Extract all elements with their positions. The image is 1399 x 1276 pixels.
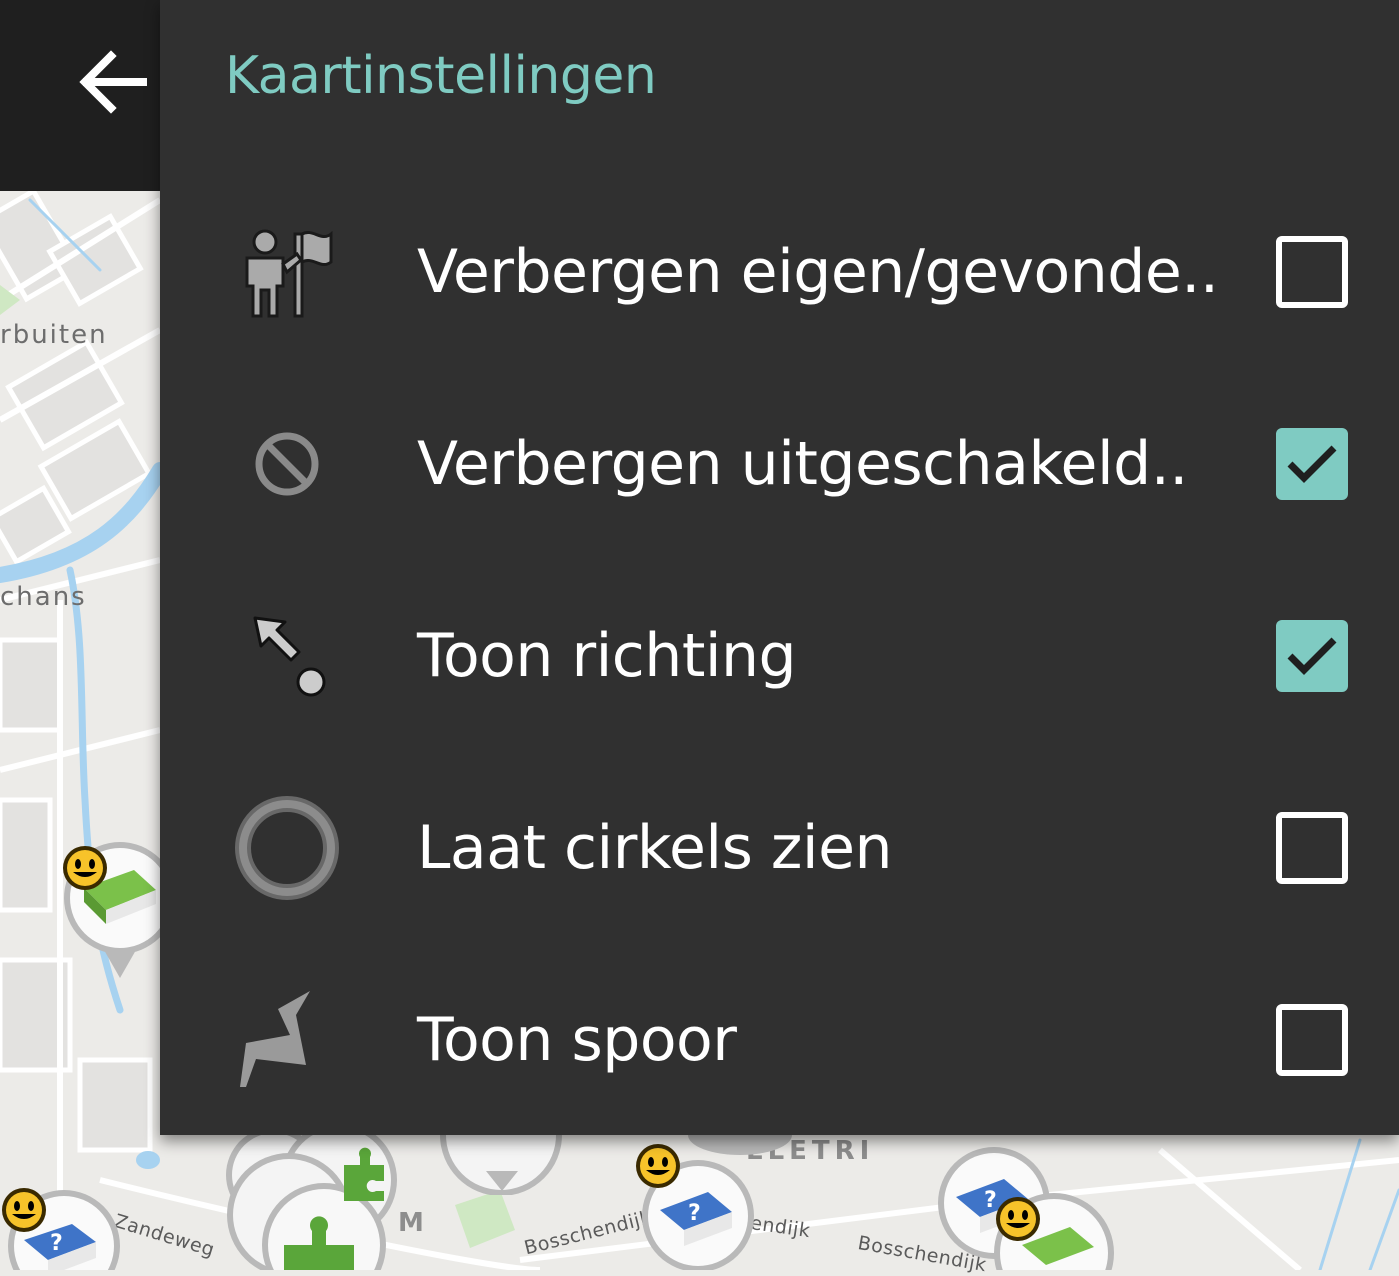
- track-icon: [232, 984, 342, 1096]
- back-button[interactable]: [70, 40, 154, 124]
- setting-row-hide-own-found[interactable]: Verbergen eigen/gevonde..: [160, 176, 1399, 368]
- check-icon: [1287, 637, 1337, 675]
- setting-label: Toon richting: [417, 621, 797, 691]
- cache-marker[interactable]: ?: [0, 1188, 120, 1270]
- page-title: Kaartinstellingen: [225, 46, 657, 106]
- setting-label: Verbergen eigen/gevonde..: [417, 237, 1219, 307]
- cache-marker[interactable]: [58, 840, 168, 982]
- setting-row-show-track[interactable]: Toon spoor: [160, 944, 1399, 1136]
- setting-row-hide-disabled[interactable]: Verbergen uitgeschakeld..: [160, 368, 1399, 560]
- cache-marker-cluster[interactable]: ?: [936, 1145, 1116, 1270]
- cache-marker-cluster[interactable]: [214, 1135, 404, 1270]
- setting-checkbox[interactable]: [1276, 620, 1348, 692]
- direction-arrow-icon: [232, 600, 342, 712]
- setting-label: Laat cirkels zien: [417, 813, 893, 883]
- map-label-place: chans: [0, 582, 87, 612]
- setting-checkbox[interactable]: [1276, 428, 1348, 500]
- cache-marker[interactable]: [440, 1135, 562, 1195]
- cache-marker[interactable]: ?: [632, 1140, 756, 1270]
- setting-checkbox[interactable]: [1276, 812, 1348, 884]
- setting-row-show-circles[interactable]: Laat cirkels zien: [160, 752, 1399, 944]
- svg-text:?: ?: [50, 1231, 63, 1256]
- arrow-left-icon: [79, 50, 147, 114]
- setting-checkbox[interactable]: [1276, 1004, 1348, 1076]
- svg-text:?: ?: [984, 1188, 997, 1213]
- toolbar-back-area: [0, 0, 160, 191]
- setting-label: Toon spoor: [417, 1005, 737, 1075]
- setting-row-show-direction[interactable]: Toon richting: [160, 560, 1399, 752]
- circle-icon: [232, 792, 342, 904]
- map-settings-panel: Kaartinstellingen Verbergen eigen/gevond…: [160, 0, 1399, 1135]
- setting-label: Verbergen uitgeschakeld..: [417, 429, 1188, 499]
- setting-checkbox[interactable]: [1276, 236, 1348, 308]
- person-flag-icon: [232, 216, 342, 328]
- prohibited-icon: [232, 408, 342, 520]
- svg-text:?: ?: [688, 1201, 701, 1226]
- map-label-place: rbuiten: [0, 320, 108, 350]
- check-icon: [1287, 445, 1337, 483]
